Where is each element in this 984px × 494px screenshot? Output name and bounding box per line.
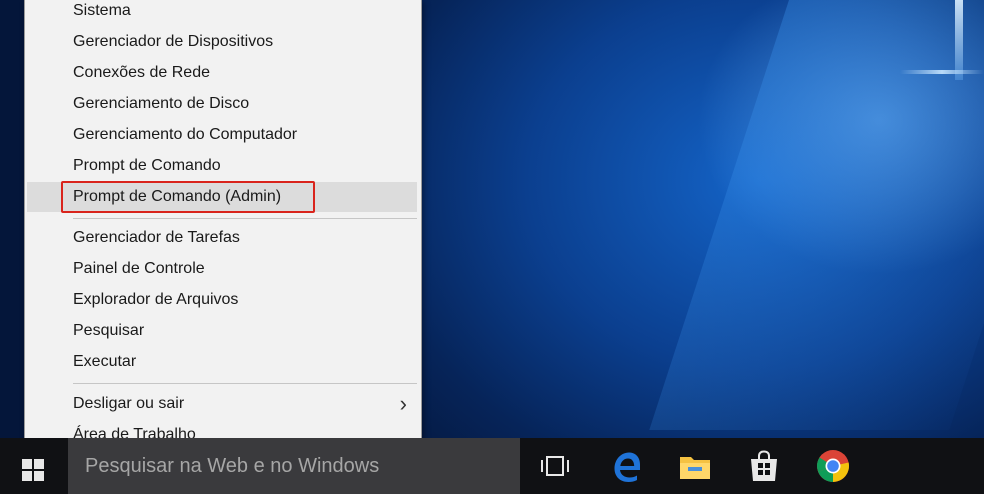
menu-item-prompt-comando[interactable]: Prompt de Comando	[25, 151, 421, 181]
menu-item-gerenciamento-computador[interactable]: Gerenciamento do Computador	[25, 120, 421, 150]
menu-item-gerenciador-dispositivos[interactable]: Gerenciador de Dispositivos	[25, 27, 421, 57]
menu-item-sistema[interactable]: Sistema	[25, 0, 421, 26]
menu-item-painel-controle[interactable]: Painel de Controle	[25, 254, 421, 284]
search-placeholder: Pesquisar na Web e no Windows	[85, 455, 380, 477]
menu-item-label: Prompt de Comando (Admin)	[73, 188, 282, 205]
menu-item-gerenciador-tarefas[interactable]: Gerenciador de Tarefas	[25, 223, 421, 253]
wallpaper-light-beam	[955, 0, 963, 80]
start-button[interactable]	[0, 438, 68, 494]
menu-item-label: Gerenciador de Dispositivos	[73, 33, 274, 50]
menu-item-explorador-arquivos[interactable]: Explorador de Arquivos	[25, 285, 421, 315]
menu-item-label: Gerenciamento de Disco	[73, 95, 250, 112]
menu-item-label: Gerenciamento do Computador	[73, 126, 298, 143]
taskbar: Pesquisar na Web e no Windows	[0, 438, 984, 494]
menu-item-conexoes-rede[interactable]: Conexões de Rede	[25, 58, 421, 88]
edge-icon[interactable]	[608, 448, 644, 484]
menu-item-label: Pesquisar	[73, 322, 145, 339]
menu-item-label: Executar	[73, 353, 137, 370]
store-icon[interactable]	[746, 448, 782, 484]
menu-item-label: Desligar ou sair	[73, 395, 185, 412]
menu-item-label: Gerenciador de Tarefas	[73, 229, 240, 246]
menu-item-label: Prompt de Comando	[73, 157, 221, 174]
task-view-icon[interactable]	[537, 448, 573, 484]
menu-item-prompt-comando-admin[interactable]: Prompt de Comando (Admin)	[27, 182, 417, 212]
file-explorer-icon[interactable]	[677, 448, 713, 484]
menu-item-label: Explorador de Arquivos	[73, 291, 239, 308]
menu-item-label: Conexões de Rede	[73, 64, 210, 81]
menu-item-label: Sistema	[73, 2, 131, 19]
menu-separator	[73, 218, 417, 219]
menu-item-gerenciamento-disco[interactable]: Gerenciamento de Disco	[25, 89, 421, 119]
taskbar-search-box[interactable]: Pesquisar na Web e no Windows	[68, 438, 520, 494]
wallpaper-light-pane	[649, 0, 984, 430]
menu-item-desligar-sair[interactable]: Desligar ou sair ›	[25, 389, 421, 419]
menu-item-executar[interactable]: Executar	[25, 347, 421, 377]
menu-item-label: Painel de Controle	[73, 260, 205, 277]
menu-item-pesquisar[interactable]: Pesquisar	[25, 316, 421, 346]
power-user-menu: Sistema Gerenciador de Dispositivos Cone…	[24, 0, 422, 457]
wallpaper-light-beam	[900, 70, 984, 74]
chrome-icon[interactable]	[815, 448, 851, 484]
chevron-right-icon: ›	[399, 391, 407, 416]
menu-separator	[73, 383, 417, 384]
